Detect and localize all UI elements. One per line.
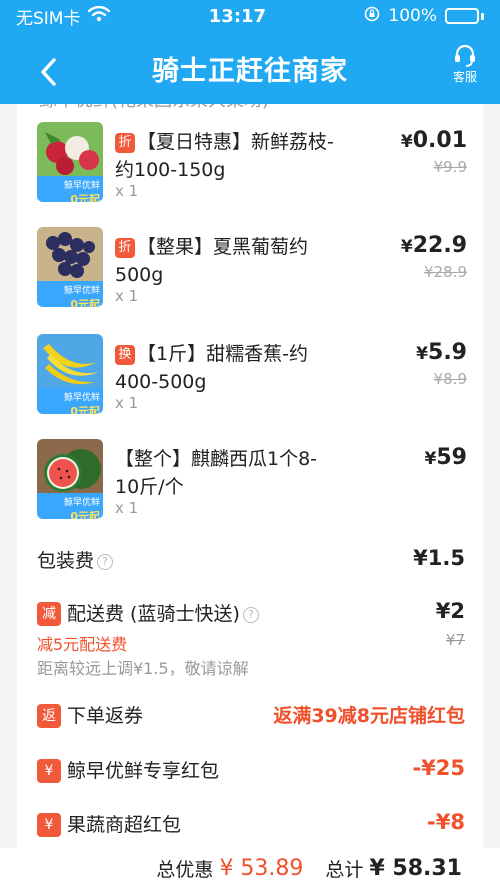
discount-tag: 折	[115, 133, 135, 153]
item-price: ¥59	[424, 445, 467, 470]
product-image: 鲸早优鲜 0元起	[37, 227, 103, 307]
product-promo-label: 鲸早优鲜 0元起	[37, 493, 103, 519]
coupon-return-label: 下单返券	[67, 705, 144, 727]
carrier-label: 无SIM卡	[16, 8, 81, 29]
red-packet-label: 鲸早优鲜专享红包	[67, 760, 220, 782]
total-discount-value: ¥ 53.89	[219, 855, 304, 881]
battery-percent: 100%	[388, 6, 437, 26]
yuan-badge: ¥	[37, 759, 61, 783]
info-icon[interactable]: ?	[97, 554, 114, 570]
item-name: 换【1斤】甜糯香蕉-约400-500g	[115, 343, 308, 393]
item-price: ¥5.9	[416, 340, 467, 365]
nav-bar: 骑士正赶往商家 客服	[0, 32, 500, 104]
total-label: 总计	[325, 858, 364, 881]
product-promo-label: 鲸早优鲜 0元起	[37, 281, 103, 307]
order-card: 鲸早优鲜(花果园东果大菜场) 鲸早优鲜0元起 折【夏日特惠】新鲜荔枝-约100-…	[17, 84, 483, 888]
lychee-image	[37, 122, 103, 176]
banana-image	[37, 334, 103, 388]
item-quantity: x 1	[115, 499, 139, 517]
red-packet-label: 果蔬商超红包	[67, 814, 182, 836]
grape-image	[37, 227, 103, 281]
delivery-fee-value: ¥2	[435, 599, 465, 623]
page-title: 骑士正赶往商家	[152, 55, 348, 87]
total-discount-label: 总优惠	[156, 858, 214, 881]
status-bar: 无SIM卡 13:17 100%	[0, 0, 500, 32]
red-packet-row: ¥ 鲸早优鲜专享红包 -¥25	[37, 756, 465, 783]
item-original-price: ¥8.9	[433, 370, 467, 388]
delivery-fee-row: 减配送费 (蓝骑士快送)? ¥2 减5元配送费 ¥7 距离较远上调¥1.5，敬请…	[37, 599, 465, 679]
item-name: 折【夏日特惠】新鲜荔枝-约100-150g	[115, 131, 334, 181]
item-name: 折【整果】夏黑葡萄约500g	[115, 236, 309, 286]
item-quantity: x 1	[115, 287, 139, 305]
red-packet-row: ¥ 果蔬商超红包 -¥8	[37, 810, 465, 837]
delivery-original-fee: ¥7	[445, 631, 465, 649]
product-image: 鲸早优鲜 0元起	[37, 334, 103, 414]
clock: 13:17	[208, 5, 267, 27]
wifi-icon	[88, 5, 111, 27]
packing-fee-value: ¥1.5	[413, 546, 465, 570]
order-item[interactable]: 鲸早优鲜 0元起 折【夏日特惠】新鲜荔枝-约100-150g x 1 ¥0.01 …	[37, 122, 467, 218]
headset-icon	[455, 44, 475, 67]
packing-fee-label: 包装费	[37, 550, 95, 572]
order-item[interactable]: 鲸早优鲜 0元起 折【整果】夏黑葡萄约500g x 1 ¥22.9 ¥28.9	[37, 227, 467, 323]
item-original-price: ¥9.9	[433, 158, 467, 176]
delivery-discount-text: 减5元配送费	[37, 635, 128, 654]
item-price: ¥22.9	[400, 233, 467, 258]
customer-service-button[interactable]: 客服	[452, 42, 478, 85]
delivery-note: 距离较远上调¥1.5，敬请谅解	[37, 659, 249, 678]
red-packet-value: -¥25	[412, 756, 465, 780]
product-image: 鲸早优鲜 0元起	[37, 122, 103, 202]
info-icon[interactable]: ?	[242, 607, 259, 623]
item-quantity: x 1	[115, 394, 139, 412]
watermelon-image	[37, 439, 103, 493]
exchange-tag: 换	[115, 345, 135, 365]
discount-tag: 折	[115, 238, 135, 258]
order-item[interactable]: 鲸早优鲜 0元起 【整个】麒麟西瓜1个8-10斤/个 x 1 ¥59	[37, 439, 467, 535]
battery-icon	[444, 8, 484, 24]
product-promo-label: 鲸早优鲜 0元起	[37, 388, 103, 414]
coupon-return-value: 返满39减8元店铺红包	[273, 705, 465, 727]
top-bar: 无SIM卡 13:17 100% 骑士正赶往商家 客服	[0, 0, 500, 104]
coupon-return-row: 返下单返券 返满39减8元店铺红包	[37, 701, 465, 728]
total-value: ¥ 58.31	[369, 855, 462, 881]
back-button[interactable]	[28, 52, 68, 92]
chevron-left-icon	[41, 58, 56, 86]
order-item[interactable]: 鲸早优鲜 0元起 换【1斤】甜糯香蕉-约400-500g x 1 ¥5.9 ¥8.…	[37, 334, 467, 430]
discount-badge: 减	[37, 602, 61, 626]
product-image: 鲸早优鲜 0元起	[37, 439, 103, 519]
customer-service-label: 客服	[452, 70, 477, 84]
red-packet-value: -¥8	[427, 810, 465, 834]
return-badge: 返	[37, 704, 61, 728]
product-promo-label: 鲸早优鲜 0元起	[37, 176, 103, 202]
delivery-fee-label: 配送费 (蓝骑士快送)	[67, 603, 240, 625]
rotation-lock-icon	[364, 6, 380, 27]
yuan-badge: ¥	[37, 813, 61, 837]
item-price: ¥0.01	[400, 128, 467, 153]
item-name: 【整个】麒麟西瓜1个8-10斤/个	[115, 448, 318, 498]
item-quantity: x 1	[115, 182, 139, 200]
order-summary-bar: 总优惠 ¥ 53.89 总计 ¥ 58.31	[0, 848, 500, 888]
item-original-price: ¥28.9	[424, 263, 467, 281]
packing-fee-row: 包装费? ¥1.5	[37, 546, 465, 573]
